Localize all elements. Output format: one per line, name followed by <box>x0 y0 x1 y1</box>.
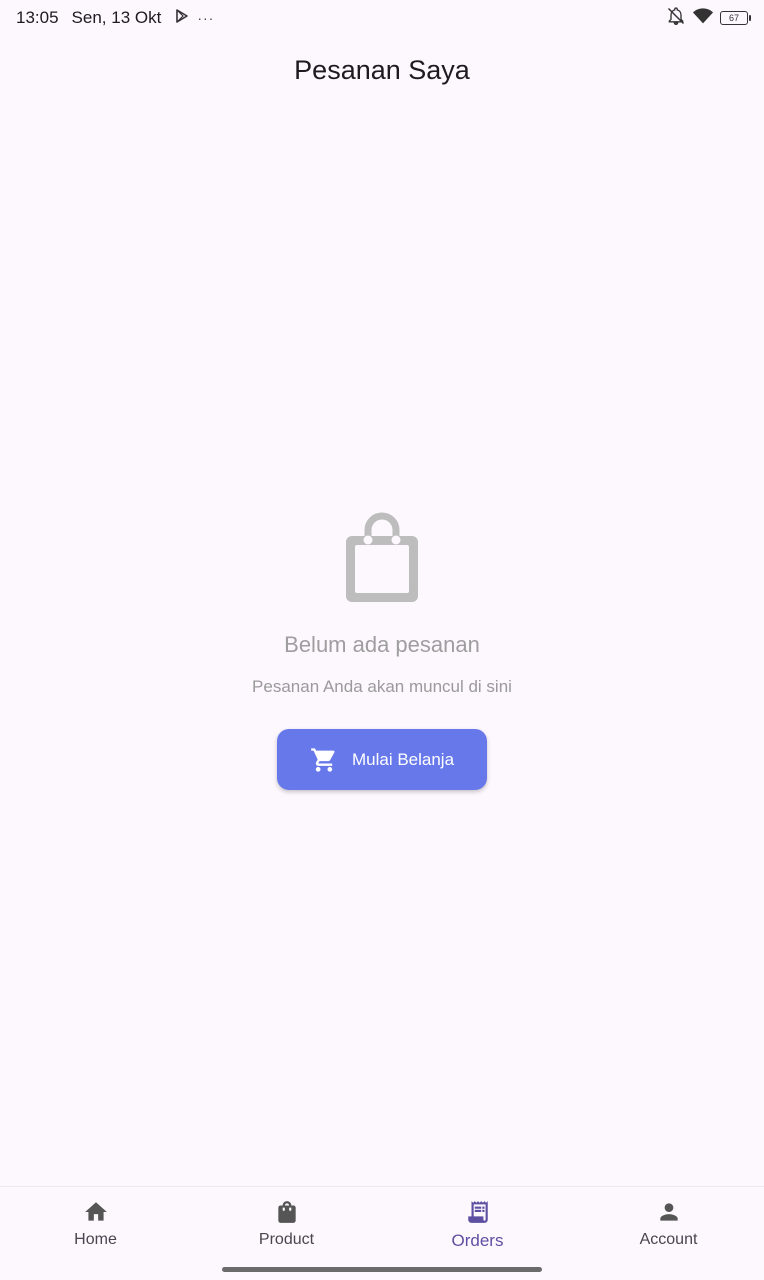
wifi-icon <box>692 7 714 30</box>
app-bar: Pesanan Saya <box>0 40 764 100</box>
empty-state-subtitle: Pesanan Anda akan muncul di sini <box>252 677 512 696</box>
nav-item-product[interactable]: Product <box>191 1187 382 1262</box>
shopping-bag-icon <box>277 1201 296 1223</box>
person-icon <box>659 1203 678 1221</box>
nav-label-orders: Orders <box>451 1231 504 1250</box>
page-title: Pesanan Saya <box>294 54 470 85</box>
home-indicator[interactable] <box>222 1267 542 1272</box>
nav-label-home: Home <box>74 1231 117 1248</box>
bottom-navigation: Home Product Orders Account <box>0 1186 764 1262</box>
status-left: 13:05 Sen, 13 Okt ··· <box>16 8 214 29</box>
play-store-icon <box>174 8 190 29</box>
start-shopping-button[interactable]: Mulai Belanja <box>277 729 487 790</box>
receipt-icon <box>467 1201 488 1223</box>
empty-state: Belum ada pesanan Pesanan Anda akan munc… <box>0 510 764 790</box>
nav-label-product: Product <box>258 1231 315 1248</box>
empty-state-title: Belum ada pesanan <box>284 632 480 657</box>
nav-item-orders[interactable]: Orders <box>382 1187 573 1262</box>
home-icon <box>84 1202 107 1221</box>
nav-label-account: Account <box>639 1231 698 1248</box>
more-notifications-icon: ··· <box>197 10 215 26</box>
orders-screen: 13:05 Sen, 13 Okt ··· 67 Pesanan Saya Be… <box>0 0 764 1280</box>
status-bar: 13:05 Sen, 13 Okt ··· 67 <box>0 0 764 36</box>
bell-off-icon <box>666 6 686 31</box>
nav-item-account[interactable]: Account <box>573 1187 764 1262</box>
battery-icon: 67 <box>720 11 751 25</box>
status-right: 67 <box>666 6 751 31</box>
cart-icon <box>311 747 335 772</box>
status-time: 13:05 <box>16 8 59 27</box>
start-shopping-label: Mulai Belanja <box>351 749 455 769</box>
nav-item-home[interactable]: Home <box>0 1187 191 1262</box>
status-date: Sen, 13 Okt <box>71 8 162 27</box>
shopping-bag-icon <box>346 512 418 602</box>
